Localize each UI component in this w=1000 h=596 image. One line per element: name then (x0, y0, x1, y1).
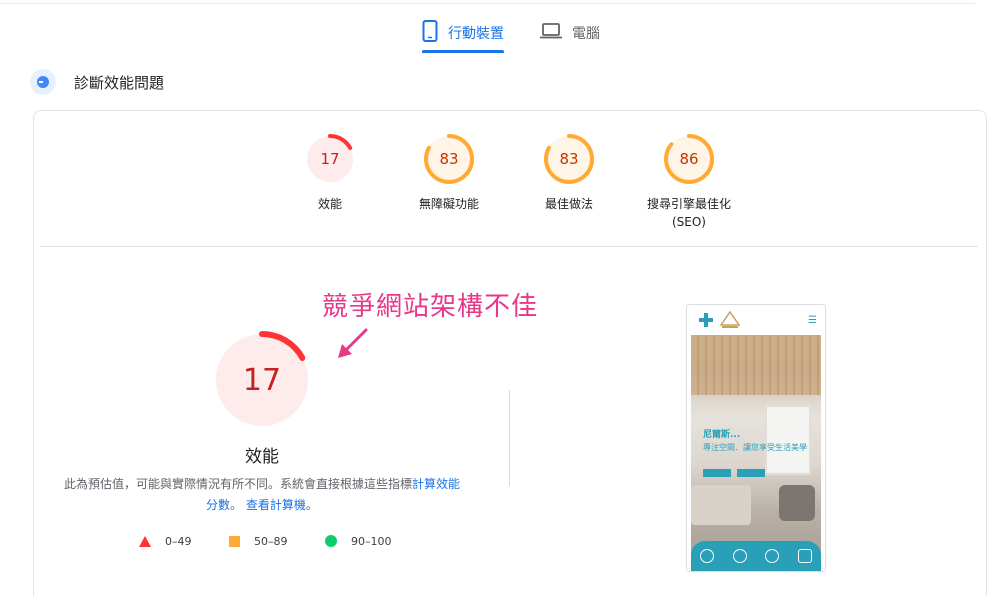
legend-range: 90–100 (351, 534, 392, 548)
legend-item-average: 50–89 (229, 533, 288, 549)
gauge-label-sub: (SEO) (671, 215, 706, 229)
description-end: 。 (305, 498, 318, 512)
diagnose-icon (30, 69, 56, 95)
score-gauge-accessibility[interactable]: 83 無障礙功能 (394, 133, 504, 213)
messenger-icon (765, 549, 780, 563)
diagnose-header: 診斷效能問題 (30, 68, 164, 96)
gauge-score: 83 (439, 150, 458, 168)
preview-site-subtitle: 專注空間．讓您享受生活美學 (703, 443, 807, 452)
tab-mobile-label: 行動裝置 (448, 26, 504, 42)
legend-range: 0–49 (165, 534, 192, 548)
legend-item-fail: 0–49 (139, 533, 192, 549)
score-description: 此為預估值，可能與實際情況有所不同。系統會直接根據這些指標計算效能分數。 查看計… (60, 474, 464, 516)
main-gauge-label: 效能 (245, 447, 279, 467)
gauge-score: 17 (320, 150, 339, 168)
diagnose-title: 診斷效能問題 (74, 73, 165, 92)
preview-button (703, 469, 731, 477)
top-strip (0, 0, 1000, 4)
preview-site-title: 尼爾斯... (703, 430, 741, 440)
main-gauge-score: 17 (243, 363, 281, 398)
vertical-divider (509, 390, 510, 486)
preview-hero: 尼爾斯... 專注空間．讓您享受生活美學 (691, 335, 821, 571)
site-logo-icon (699, 313, 713, 327)
preview-footer-bar (691, 541, 821, 571)
line-icon (732, 549, 747, 563)
hamburger-menu-icon: ☰ (808, 315, 817, 326)
circle-icon (325, 535, 337, 547)
partner-logo-icon (719, 311, 741, 328)
tab-desktop[interactable]: 電腦 (540, 14, 600, 52)
laptop-icon (540, 23, 562, 43)
gauge-ring: 83 (544, 134, 594, 184)
preview-header: ☰ (687, 305, 825, 335)
annotation-arrow-icon (338, 328, 368, 358)
description-separator: 。 (230, 498, 243, 512)
score-gauge-best-practices[interactable]: 83 最佳做法 (514, 133, 624, 213)
square-icon (229, 535, 240, 547)
annotation-text: 競爭網站架構不佳 (322, 292, 539, 322)
gauge-label: 搜尋引擎最佳化 (SEO) (634, 195, 744, 231)
gauge-label: 最佳做法 (544, 197, 593, 211)
gauge-ring: 83 (424, 134, 474, 184)
gauge-ring: 86 (664, 134, 714, 184)
active-tab-indicator (422, 50, 504, 53)
gauge-score: 86 (679, 150, 698, 168)
tab-desktop-label: 電腦 (572, 26, 600, 42)
gauge-label: 效能 (317, 197, 342, 211)
gauge-score: 83 (559, 150, 578, 168)
gauge-label: 無障礙功能 (418, 197, 479, 211)
smartphone-icon (422, 20, 438, 46)
main-gauge-ring: 17 (213, 331, 311, 429)
gauge-label-main: 搜尋引擎最佳化 (646, 197, 731, 211)
triangle-icon (139, 535, 151, 547)
section-divider (40, 246, 978, 247)
report-card (33, 110, 987, 596)
preview-button (737, 469, 765, 477)
page-screenshot-preview: ☰ 尼爾斯... 專注空間．讓您享受生活美學 (686, 304, 826, 572)
tab-mobile[interactable]: 行動裝置 (422, 14, 504, 53)
instagram-icon (797, 549, 812, 563)
gauge-ring: 17 (305, 134, 355, 184)
legend-range: 50–89 (254, 534, 288, 548)
description-text: 此為預估值，可能與實際情況有所不同。系統會直接根據這些指標 (63, 477, 412, 491)
phone-icon (700, 549, 715, 563)
score-gauge-performance[interactable]: 17 效能 (275, 133, 385, 213)
view-calculator-link[interactable]: 查看計算機 (246, 498, 306, 512)
main-performance-gauge: 17 (212, 330, 312, 430)
legend-item-pass: 90–100 (325, 533, 392, 549)
score-gauge-seo[interactable]: 86 搜尋引擎最佳化 (SEO) (634, 133, 744, 231)
